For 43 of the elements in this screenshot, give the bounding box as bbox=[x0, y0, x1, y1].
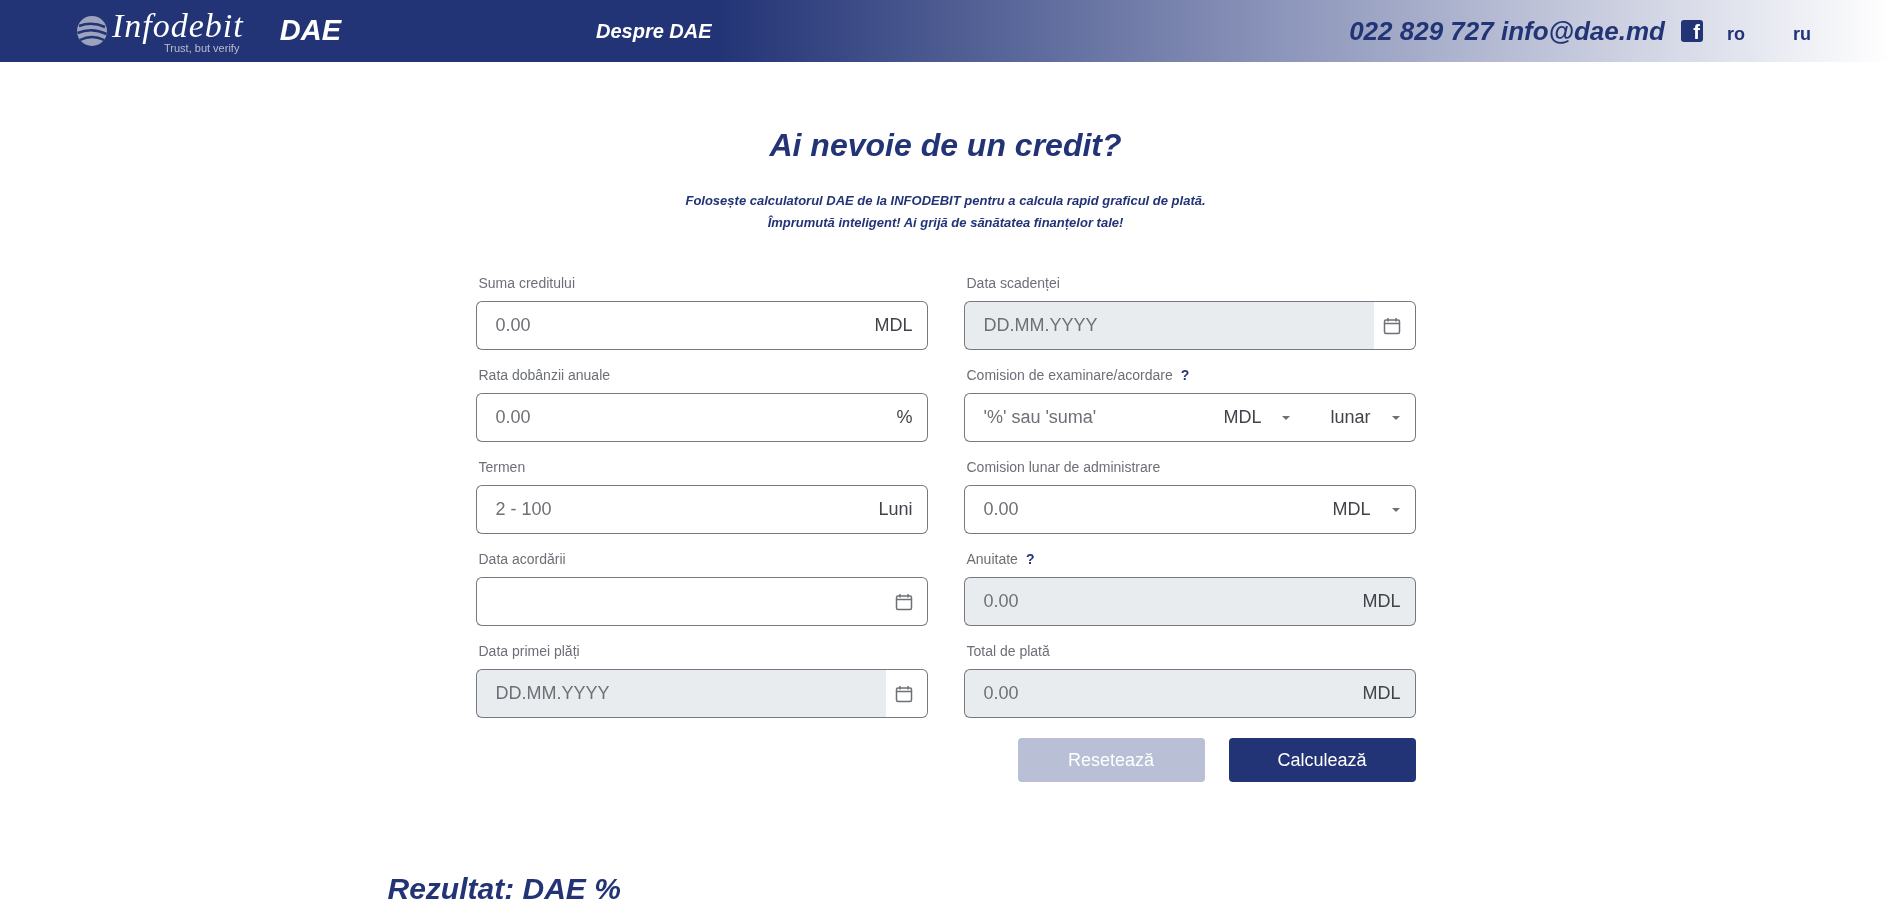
facebook-icon[interactable]: f bbox=[1681, 20, 1703, 42]
calendar-icon[interactable] bbox=[1382, 316, 1401, 335]
unit-label: Luni bbox=[868, 485, 928, 535]
field-label: Data primei plăți bbox=[478, 642, 580, 661]
field-label: Anuitate bbox=[966, 550, 1018, 569]
field-label: Comision de examinare/acordare bbox=[966, 366, 1173, 385]
field-label: Rata dobânzii anuale bbox=[478, 366, 611, 385]
intro-text: Folosește calculatorul DAE de la INFODEBIT pentru a calcula rapid graficul de plată. bbox=[684, 192, 1207, 211]
result-heading: Rezultat: DAE % bbox=[387, 871, 622, 907]
intro-text: Împrumută inteligent! Ai grijă de sănătatea finanțelor tale! bbox=[766, 214, 1125, 233]
field-label: Comision lunar de administrare bbox=[966, 458, 1161, 477]
field-label: Termen bbox=[478, 458, 526, 477]
unit-label: MDL bbox=[1352, 577, 1416, 627]
language-link[interactable]: ro bbox=[1727, 20, 1745, 48]
input-field[interactable]: 2 - 100 bbox=[475, 485, 870, 535]
help-icon[interactable]: ? bbox=[1180, 366, 1190, 385]
unit-label: MDL bbox=[1352, 669, 1416, 719]
field-label: Data scadenței bbox=[966, 274, 1060, 293]
logo-tagline: Trust, but verify bbox=[164, 42, 240, 54]
field-label: Total de plată bbox=[966, 642, 1050, 661]
brand-title: DAE bbox=[279, 13, 341, 49]
contact-info: 022 829 727 info@dae.md bbox=[1349, 14, 1665, 48]
unit-label: MDL bbox=[864, 301, 928, 351]
calendar-icon[interactable] bbox=[894, 684, 913, 703]
caret-icon bbox=[1390, 414, 1401, 421]
language-link[interactable]: ru bbox=[1793, 20, 1811, 48]
input-field[interactable]: 0.00 bbox=[475, 301, 866, 351]
page-title: Ai nevoie de un credit? bbox=[768, 126, 1123, 165]
input-field[interactable]: '%' sau 'suma' bbox=[963, 393, 1215, 443]
dropdown[interactable]: MDL bbox=[1223, 404, 1292, 432]
nav-link[interactable]: Despre DAE bbox=[596, 16, 712, 46]
caret-icon bbox=[1281, 414, 1292, 421]
unit-label: % bbox=[886, 393, 928, 443]
globe-icon bbox=[76, 15, 108, 47]
calculate-button[interactable]: Calculează bbox=[1228, 738, 1416, 783]
input-field[interactable] bbox=[475, 577, 886, 627]
logo-text: Infodebit bbox=[112, 8, 244, 43]
input-field[interactable]: 0.00 bbox=[475, 393, 888, 443]
calendar-icon[interactable] bbox=[894, 592, 913, 611]
field-label: Data acordării bbox=[478, 550, 566, 569]
caret-icon bbox=[1390, 506, 1401, 513]
field-label: Suma creditului bbox=[478, 274, 575, 293]
input-field[interactable]: 0.00 bbox=[963, 485, 1324, 535]
